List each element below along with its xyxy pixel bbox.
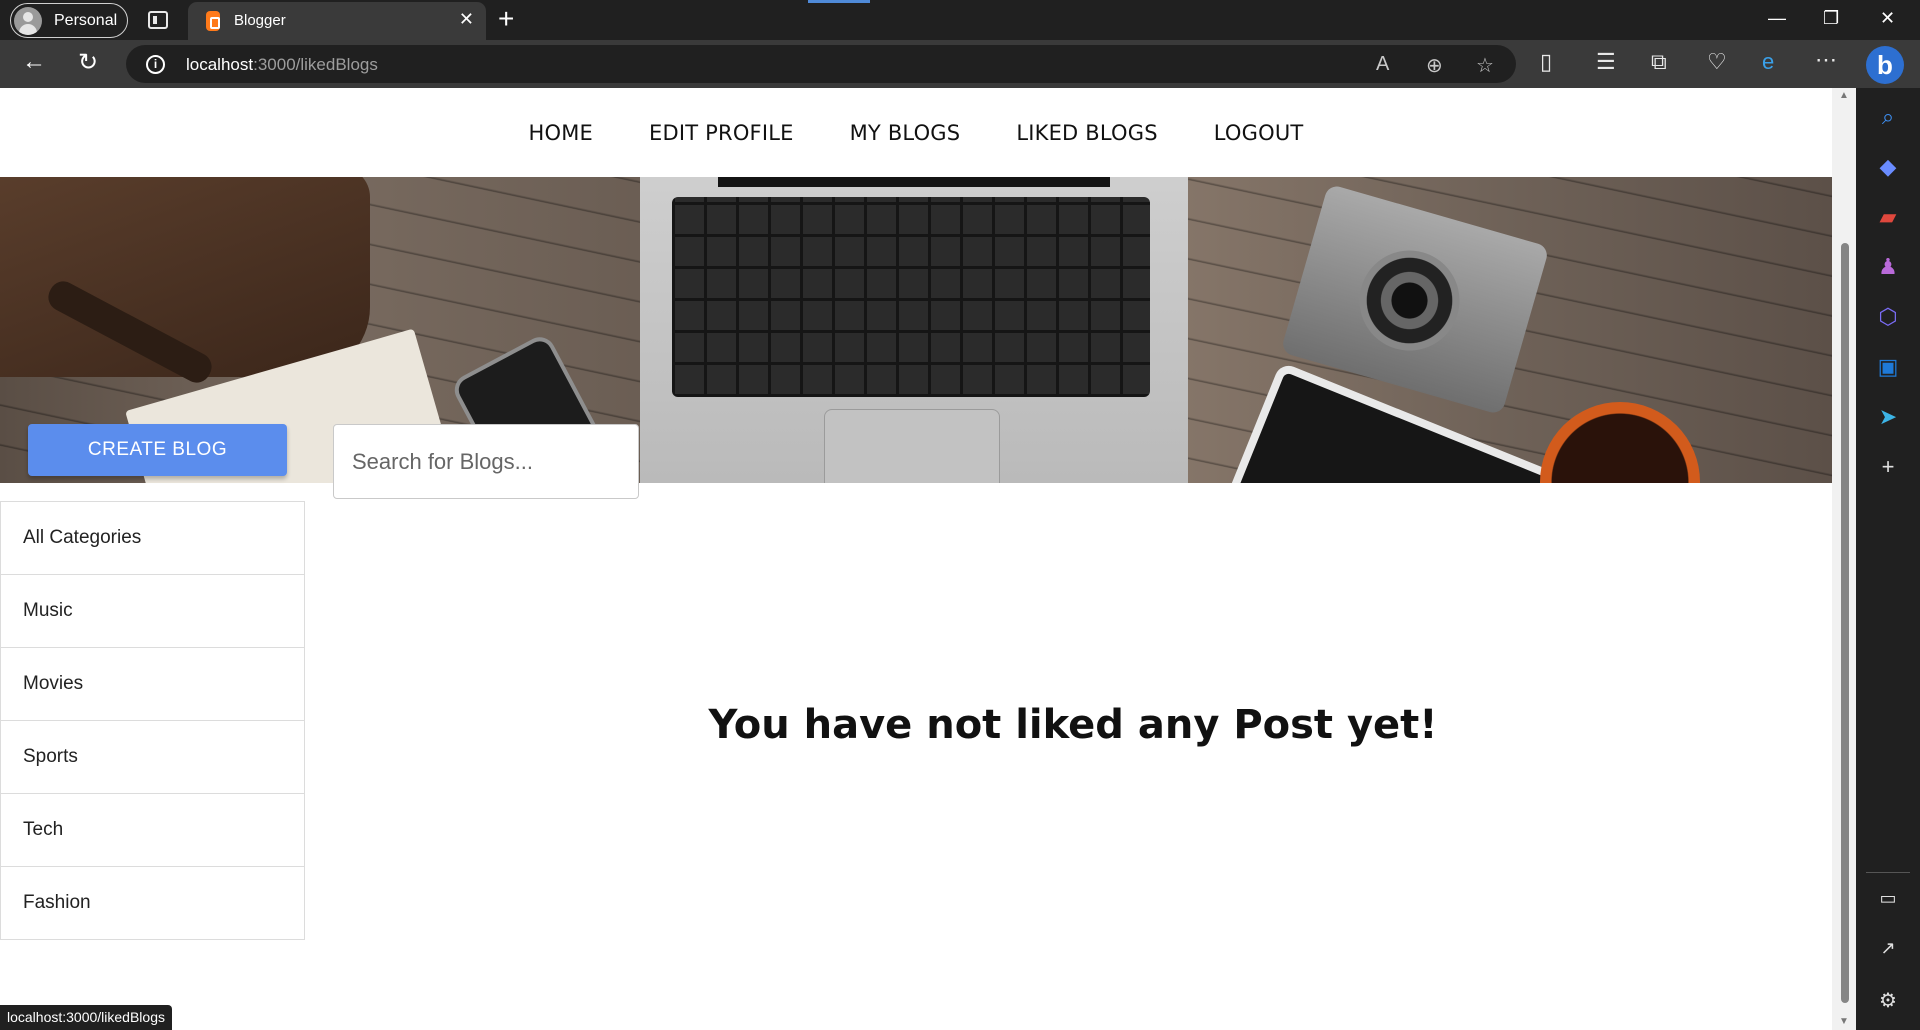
new-tab-button[interactable]: + xyxy=(498,3,514,35)
laptop-keyboard xyxy=(672,197,1150,397)
browser-tab[interactable]: Blogger ✕ xyxy=(188,2,486,40)
sidebar-hide-icon[interactable]: ▭ xyxy=(1856,888,1920,909)
sidebar-copilot-icon[interactable]: ⬡ xyxy=(1856,304,1920,330)
site-navbar: HOME EDIT PROFILE MY BLOGS LIKED BLOGS L… xyxy=(0,88,1832,177)
sidebar-send-icon[interactable]: ➤ xyxy=(1856,404,1920,430)
zoom-icon[interactable]: ⊕ xyxy=(1426,53,1443,78)
browser-titlebar: Personal Blogger ✕ + — ❐ ✕ xyxy=(0,0,1920,40)
edge-sidebar: ⌕ ◆ ▰ ♟ ⬡ ▣ ➤ + ▭ ↗ ⚙ xyxy=(1856,88,1920,1030)
sidebar-shopping-icon[interactable]: ◆ xyxy=(1856,154,1920,180)
laptop-touchpad xyxy=(824,409,1000,483)
close-window-icon[interactable]: ✕ xyxy=(1880,8,1895,29)
nav-liked-blogs-link[interactable]: LIKED BLOGS xyxy=(1016,121,1157,145)
minimize-icon[interactable]: — xyxy=(1768,8,1786,29)
create-blog-button[interactable]: CREATE BLOG xyxy=(28,424,287,476)
avatar xyxy=(14,6,42,35)
laptop xyxy=(640,177,1188,483)
search-blogs-input[interactable] xyxy=(333,424,639,499)
category-item-fashion[interactable]: Fashion xyxy=(1,867,304,940)
nav-my-blogs-link[interactable]: MY BLOGS xyxy=(850,121,961,145)
coffee-cup xyxy=(1540,402,1700,483)
camera-lens xyxy=(1347,238,1472,363)
category-list: All Categories Music Movies Sports Tech … xyxy=(0,501,305,940)
restore-icon[interactable]: ❐ xyxy=(1823,8,1839,29)
laptop-screen-edge xyxy=(718,177,1110,187)
scroll-down-icon[interactable]: ▼ xyxy=(1839,1016,1849,1027)
scroll-up-icon[interactable]: ▲ xyxy=(1839,90,1849,101)
address-bar: ← ↻ i localhost:3000/likedBlogs A ⊕ ☆ ▯ … xyxy=(0,40,1920,88)
category-item-tech[interactable]: Tech xyxy=(1,794,304,867)
sidebar-open-external-icon[interactable]: ↗ xyxy=(1856,938,1920,959)
refresh-icon[interactable]: ↻ xyxy=(78,48,98,77)
close-tab-icon[interactable]: ✕ xyxy=(459,9,474,30)
nav-edit-profile-link[interactable]: EDIT PROFILE xyxy=(649,121,794,145)
profile-label: Personal xyxy=(54,11,118,29)
sidebar-add-icon[interactable]: + xyxy=(1856,454,1920,480)
browser-essentials-icon[interactable]: ♡ xyxy=(1707,49,1727,75)
tab-actions-icon[interactable] xyxy=(148,11,168,29)
category-item-sports[interactable]: Sports xyxy=(1,721,304,794)
sidebar-games-icon[interactable]: ♟ xyxy=(1856,254,1920,280)
favorite-star-icon[interactable]: ☆ xyxy=(1476,53,1494,78)
collections-icon[interactable]: ⧉ xyxy=(1651,49,1667,75)
back-icon[interactable]: ← xyxy=(22,48,46,76)
edge-icon[interactable]: e xyxy=(1762,49,1774,75)
more-options-icon[interactable]: ⋯ xyxy=(1815,47,1837,73)
site-info-icon[interactable]: i xyxy=(146,55,165,74)
split-screen-icon[interactable]: ▯ xyxy=(1540,49,1552,75)
favorites-icon[interactable]: ☰ xyxy=(1596,49,1616,75)
profile-button[interactable]: Personal xyxy=(10,3,128,38)
sidebar-settings-icon[interactable]: ⚙ xyxy=(1856,988,1920,1013)
read-aloud-icon[interactable]: A xyxy=(1376,53,1389,76)
sidebar-divider xyxy=(1866,872,1910,873)
sidebar-search-icon[interactable]: ⌕ xyxy=(1856,104,1920,130)
empty-state-message: You have not liked any Post yet! xyxy=(708,702,1438,748)
page-scrollbar[interactable]: ▲ ▼ xyxy=(1832,88,1856,1030)
bing-copilot-icon[interactable]: b xyxy=(1866,46,1904,84)
nav-home-link[interactable]: HOME xyxy=(529,121,594,145)
nav-logout-link[interactable]: LOGOUT xyxy=(1214,121,1304,145)
url-field[interactable]: i localhost:3000/likedBlogs A ⊕ ☆ xyxy=(126,45,1516,83)
tab-title: Blogger xyxy=(234,12,286,29)
category-item-movies[interactable]: Movies xyxy=(1,648,304,721)
status-url-tooltip: localhost:3000/likedBlogs xyxy=(0,1005,172,1030)
web-page: HOME EDIT PROFILE MY BLOGS LIKED BLOGS L… xyxy=(0,88,1832,1030)
scroll-thumb[interactable] xyxy=(1841,243,1849,1003)
category-item-music[interactable]: Music xyxy=(1,575,304,648)
url-text[interactable]: localhost:3000/likedBlogs xyxy=(186,55,378,75)
window-accent xyxy=(808,0,870,3)
sidebar-tools-icon[interactable]: ▰ xyxy=(1856,204,1920,230)
sidebar-outlook-icon[interactable]: ▣ xyxy=(1856,354,1920,380)
category-item-all[interactable]: All Categories xyxy=(1,502,304,575)
blogger-favicon-icon xyxy=(206,11,220,31)
